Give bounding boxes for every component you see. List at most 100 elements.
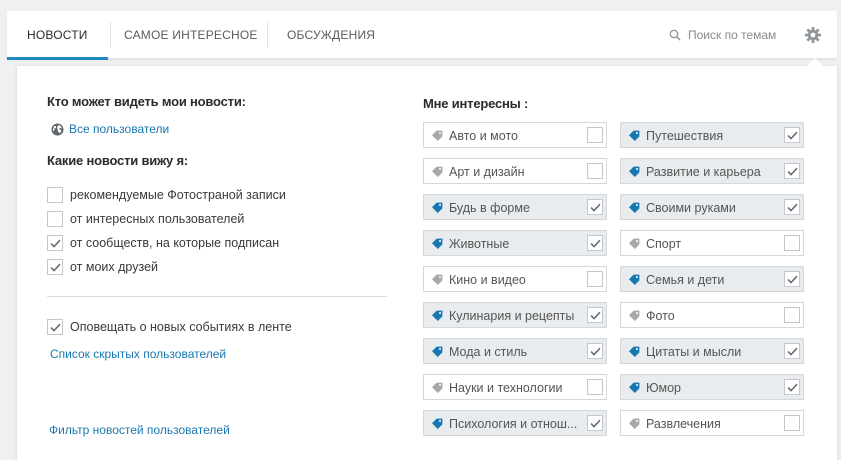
interest-item[interactable]: Кулинария и рецепты — [423, 302, 607, 328]
interest-label: Юмор — [646, 381, 681, 395]
tab-news[interactable]: НОВОСТИ — [7, 11, 107, 60]
interest-item[interactable]: Семья и дети — [620, 266, 804, 292]
tag-shape — [629, 202, 640, 213]
checkbox[interactable] — [47, 259, 63, 275]
interest-label: Авто и мото — [449, 129, 518, 143]
tag-hole — [636, 204, 638, 206]
interest-item[interactable]: Науки и технологии — [423, 374, 607, 400]
panel-caret — [807, 58, 823, 66]
interest-label: Путешествия — [646, 129, 724, 143]
tag-shape — [629, 274, 640, 285]
visibility-link[interactable]: Все пользователи — [69, 122, 169, 136]
checkbox[interactable] — [784, 307, 800, 323]
checkbox[interactable] — [587, 127, 603, 143]
tag-icon — [432, 418, 443, 429]
interest-item[interactable]: Авто и мото — [423, 122, 607, 148]
checkbox[interactable] — [587, 307, 603, 323]
checkbox[interactable] — [47, 319, 63, 335]
interest-label: Мода и стиль — [449, 345, 528, 359]
tag-shape — [629, 130, 640, 141]
tag-shape — [432, 310, 443, 321]
tag-shape — [432, 238, 443, 249]
checkbox[interactable] — [784, 127, 800, 143]
interest-item[interactable]: Будь в форме — [423, 194, 607, 220]
checkbox[interactable] — [587, 163, 603, 179]
option-label: Оповещать о новых событиях в ленте — [70, 320, 292, 334]
tab-separator — [267, 22, 268, 48]
checkbox[interactable] — [587, 271, 603, 287]
checkbox[interactable] — [784, 343, 800, 359]
checkbox[interactable] — [47, 211, 63, 227]
interest-label: Своими руками — [646, 201, 736, 215]
checkbox[interactable] — [784, 163, 800, 179]
interest-label: Развлечения — [646, 417, 721, 431]
checkbox[interactable] — [784, 379, 800, 395]
check-icon — [49, 239, 61, 248]
interest-label: Фото — [646, 309, 675, 323]
tag-icon — [629, 382, 640, 393]
who-can-see-heading: Кто может видеть мои новости: — [47, 94, 246, 109]
interest-item[interactable]: Развлечения — [620, 410, 804, 436]
interest-item[interactable]: Фото — [620, 302, 804, 328]
checkbox[interactable] — [47, 235, 63, 251]
tag-hole — [636, 240, 638, 242]
tab-most-interesting[interactable]: САМОЕ ИНТЕРЕСНОЕ — [124, 11, 258, 59]
interest-item[interactable]: Мода и стиль — [423, 338, 607, 364]
checkbox[interactable] — [784, 415, 800, 431]
check-icon — [786, 131, 798, 140]
option-interesting-users[interactable]: от интересных пользователей — [47, 211, 244, 227]
option-recommended[interactable]: рекомендуемые Фотостраной записи — [47, 187, 286, 203]
check-icon — [786, 383, 798, 392]
tag-shape — [432, 202, 443, 213]
tag-icon — [432, 274, 443, 285]
tag-shape — [432, 166, 443, 177]
option-communities[interactable]: от сообществ, на которые подписан — [47, 235, 279, 251]
interest-item[interactable]: Своими руками — [620, 194, 804, 220]
interest-label: Семья и дети — [646, 273, 725, 287]
tag-icon — [432, 346, 443, 357]
checkbox[interactable] — [587, 343, 603, 359]
tag-shape — [432, 274, 443, 285]
tag-shape — [432, 130, 443, 141]
interest-item[interactable]: Арт и дизайн — [423, 158, 607, 184]
checkbox[interactable] — [47, 187, 63, 203]
interest-item[interactable]: Спорт — [620, 230, 804, 256]
checkbox[interactable] — [784, 235, 800, 251]
tag-shape — [432, 382, 443, 393]
checkbox[interactable] — [587, 199, 603, 215]
checkbox[interactable] — [784, 271, 800, 287]
option-friends[interactable]: от моих друзей — [47, 259, 158, 275]
tab-separator — [110, 22, 111, 48]
interest-item[interactable]: Юмор — [620, 374, 804, 400]
notify-new-events-option[interactable]: Оповещать о новых событиях в ленте — [47, 319, 292, 335]
checkbox[interactable] — [587, 415, 603, 431]
checkbox[interactable] — [587, 235, 603, 251]
interest-item[interactable]: Путешествия — [620, 122, 804, 148]
check-icon — [786, 167, 798, 176]
tag-icon — [432, 310, 443, 321]
user-news-filter-link[interactable]: Фильтр новостей пользователей — [49, 423, 230, 437]
interest-item[interactable]: Животные — [423, 230, 607, 256]
tab-discussions[interactable]: ОБСУЖДЕНИЯ — [287, 11, 375, 59]
interest-item[interactable]: Цитаты и мысли — [620, 338, 804, 364]
interest-label: Будь в форме — [449, 201, 530, 215]
tag-icon — [432, 202, 443, 213]
gear-icon[interactable] — [804, 26, 822, 44]
interest-item[interactable]: Развитие и карьера — [620, 158, 804, 184]
tag-shape — [432, 346, 443, 357]
checkbox[interactable] — [587, 379, 603, 395]
visibility-setting[interactable]: Все пользователи — [51, 122, 169, 136]
topic-search[interactable]: Поиск по темам — [669, 25, 789, 45]
check-icon — [49, 323, 61, 332]
hidden-users-link[interactable]: Список скрытых пользователей — [50, 347, 226, 361]
tag-shape — [629, 418, 640, 429]
tag-hole — [636, 420, 638, 422]
interest-item[interactable]: Психология и отнош... — [423, 410, 607, 436]
tag-hole — [636, 312, 638, 314]
checkbox[interactable] — [784, 199, 800, 215]
tag-icon — [629, 310, 640, 321]
check-icon — [589, 347, 601, 356]
tag-icon — [629, 274, 640, 285]
globe-icon — [51, 123, 64, 135]
interest-item[interactable]: Кино и видео — [423, 266, 607, 292]
